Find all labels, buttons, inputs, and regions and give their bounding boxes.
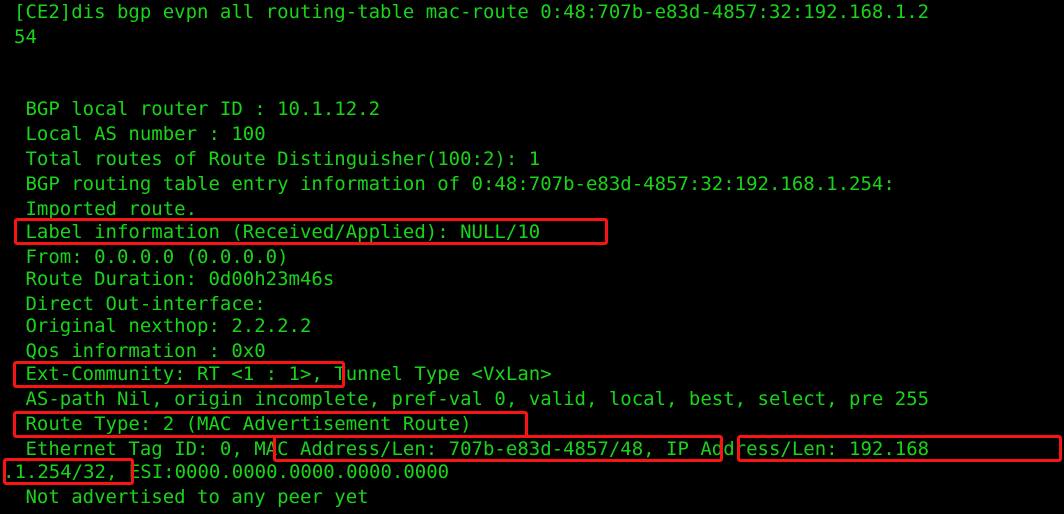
terminal-window[interactable]: [CE2]dis bgp evpn all routing-table mac-…	[0, 0, 1064, 514]
terminal-line-local-as-number: Local AS number : 100	[14, 123, 266, 145]
terminal-line-not-advertised: Not advertised to any peer yet	[14, 486, 369, 508]
terminal-line-label-info: Label information (Received/Applied): NU…	[14, 221, 541, 243]
terminal-line-original-nexthop: Original nexthop: 2.2.2.2	[14, 315, 312, 337]
terminal-line-eth-tag-mac-ip: Ethernet Tag ID: 0, MAC Address/Len: 707…	[14, 438, 930, 460]
terminal-line-total-routes: Total routes of Route Distinguisher(100:…	[14, 148, 541, 170]
terminal-line-ext-community: Ext-Community: RT <1 : 1>, Tunnel Type <…	[14, 363, 552, 385]
terminal-line-ip-esi: .1.254/32, ESI:0000.0000.0000.0000.0000	[3, 461, 450, 483]
terminal-line-imported-route: Imported route.	[14, 198, 198, 220]
terminal-line-entry-info: BGP routing table entry information of 0…	[14, 173, 895, 195]
terminal-line-command-1: [CE2]dis bgp evpn all routing-table mac-…	[14, 1, 930, 23]
terminal-line-command-2: 54	[14, 26, 37, 48]
terminal-line-qos-information: Qos information : 0x0	[14, 340, 266, 362]
terminal-line-route-duration: Route Duration: 0d00h23m46s	[14, 268, 335, 290]
terminal-line-as-path: AS-path Nil, origin incomplete, pref-val…	[14, 388, 930, 410]
terminal-line-route-type: Route Type: 2 (MAC Advertisement Route)	[14, 413, 472, 435]
terminal-line-bgp-local-router: BGP local router ID : 10.1.12.2	[14, 98, 381, 120]
